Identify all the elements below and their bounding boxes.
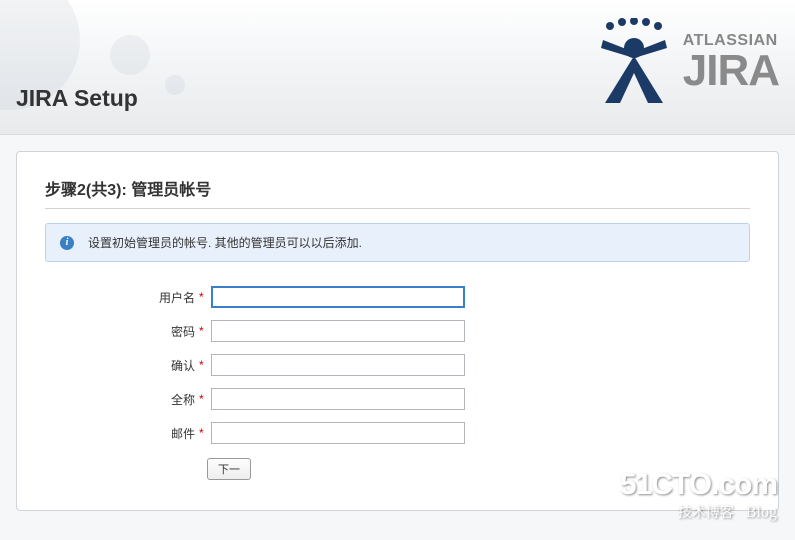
step-title: 步骤2(共3): 管理员帐号	[45, 176, 750, 209]
label-email: 邮件	[45, 425, 195, 442]
required-marker: *	[199, 358, 207, 372]
jira-person-icon	[595, 18, 673, 108]
brand-bottom: JIRA	[683, 49, 779, 93]
required-marker: *	[199, 290, 207, 304]
field-row-confirm: 确认 *	[45, 354, 750, 376]
field-row-fullname: 全称 *	[45, 388, 750, 410]
password-input[interactable]	[211, 320, 465, 342]
next-button[interactable]: 下一	[207, 458, 251, 480]
info-box: i 设置初始管理员的帐号. 其他的管理员可以以后添加.	[45, 223, 750, 262]
content-area: 步骤2(共3): 管理员帐号 i 设置初始管理员的帐号. 其他的管理员可以以后添…	[0, 135, 795, 527]
field-row-email: 邮件 *	[45, 422, 750, 444]
required-marker: *	[199, 324, 207, 338]
brand-logo: ATLASSIAN JIRA	[595, 18, 779, 108]
page-header: JIRA Setup ATLASSIAN JIRA	[0, 0, 795, 135]
required-marker: *	[199, 392, 207, 406]
page-title: JIRA Setup	[16, 85, 138, 112]
setup-panel: 步骤2(共3): 管理员帐号 i 设置初始管理员的帐号. 其他的管理员可以以后添…	[16, 151, 779, 511]
brand-text: ATLASSIAN JIRA	[683, 33, 779, 93]
required-marker: *	[199, 426, 207, 440]
field-row-username: 用户名 *	[45, 286, 750, 308]
email-input[interactable]	[211, 422, 465, 444]
field-row-password: 密码 *	[45, 320, 750, 342]
info-text: 设置初始管理员的帐号. 其他的管理员可以以后添加.	[88, 234, 362, 251]
label-fullname: 全称	[45, 391, 195, 408]
label-password: 密码	[45, 323, 195, 340]
confirm-input[interactable]	[211, 354, 465, 376]
label-confirm: 确认	[45, 357, 195, 374]
username-input[interactable]	[211, 286, 465, 308]
button-row: 下一	[207, 458, 750, 480]
fullname-input[interactable]	[211, 388, 465, 410]
label-username: 用户名	[45, 289, 195, 306]
info-icon: i	[60, 236, 74, 250]
